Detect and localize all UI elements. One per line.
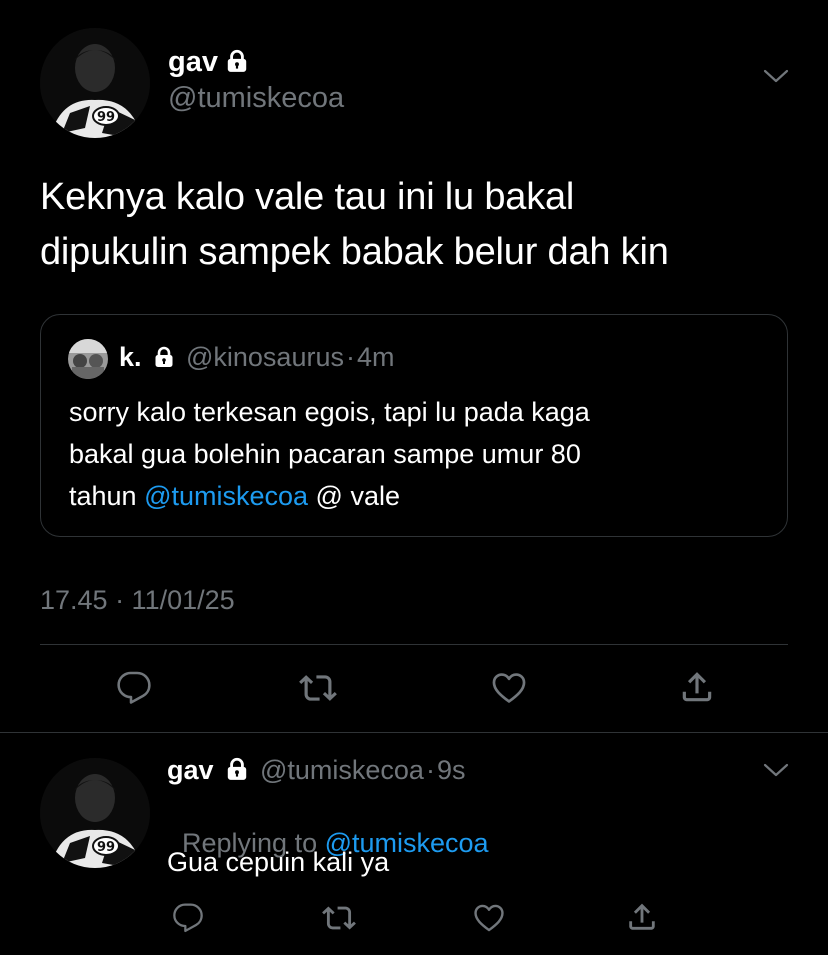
- reply-text: Gua cepuin kali ya: [167, 847, 390, 877]
- share-button[interactable]: [675, 666, 719, 708]
- reply-separator: ·: [425, 755, 435, 785]
- quoted-text-prefix: tahun: [69, 481, 145, 511]
- reply-like-button[interactable]: [469, 900, 509, 936]
- retweet-icon: [322, 906, 356, 930]
- reply-icon: [173, 903, 203, 933]
- quoted-separator: ·: [345, 342, 355, 372]
- reply-share-button[interactable]: [622, 898, 662, 936]
- chevron-down-icon[interactable]: [762, 66, 790, 91]
- reply-reply-button[interactable]: [168, 900, 208, 936]
- retweet-icon: [299, 675, 337, 701]
- reply-handle[interactable]: @tumiskecoa: [260, 755, 424, 785]
- author-name[interactable]: gav: [168, 45, 250, 82]
- section-divider: [0, 732, 828, 733]
- author-avatar[interactable]: 99: [40, 28, 150, 138]
- quoted-text-line-2: bakal gua bolehin pacaran sampe umur 80: [69, 439, 581, 469]
- lock-icon: [224, 756, 250, 787]
- svg-text:99: 99: [97, 110, 115, 125]
- quoted-author-avatar: [68, 339, 108, 379]
- chevron-down-icon[interactable]: [762, 760, 790, 785]
- quoted-tweet-card[interactable]: k. @kinosaurus·4m sorry kalo terkesan eg…: [40, 314, 788, 537]
- quoted-text-suffix: @ vale: [308, 481, 400, 511]
- heart-icon: [474, 904, 504, 932]
- divider: [40, 644, 788, 645]
- reply-header: gav @tumiskecoa·9s: [167, 755, 465, 787]
- reply-icon: [117, 671, 151, 704]
- quoted-display-name: k.: [119, 342, 142, 372]
- retweet-button[interactable]: [296, 668, 340, 708]
- reply-author-avatar[interactable]: 99: [40, 758, 150, 868]
- tweet-text-line-1: Keknya kalo vale tau ini lu bakal: [40, 176, 575, 218]
- heart-icon: [492, 673, 526, 703]
- svg-text:99: 99: [97, 840, 115, 855]
- quoted-time: 4m: [356, 342, 395, 372]
- reply-button[interactable]: [112, 668, 156, 708]
- share-icon: [682, 672, 712, 702]
- tweet-text-line-2: dipukulin sampek babak belur dah kin: [40, 231, 669, 273]
- share-icon: [629, 903, 655, 930]
- author-handle[interactable]: @tumiskecoa: [168, 81, 344, 115]
- quoted-text-line-1: sorry kalo terkesan egois, tapi lu pada …: [69, 397, 590, 427]
- tweet-text: Keknya kalo vale tau ini lu bakal dipuku…: [40, 170, 810, 280]
- quoted-text: sorry kalo terkesan egois, tapi lu pada …: [69, 391, 769, 517]
- quoted-header: k. @kinosaurus·4m: [119, 342, 394, 374]
- tweet-timestamp[interactable]: 17.45 · 11/01/25: [40, 585, 235, 616]
- mention-link[interactable]: @tumiskecoa: [144, 481, 308, 511]
- lock-icon: [152, 345, 176, 374]
- reply-time[interactable]: 9s: [437, 755, 466, 785]
- quoted-text-line-3: tahun @tumiskecoa @ vale: [69, 475, 769, 517]
- lock-icon: [224, 48, 250, 82]
- reply-retweet-button[interactable]: [319, 900, 359, 936]
- quoted-handle: @kinosaurus: [185, 342, 344, 372]
- author-display-name[interactable]: gav: [168, 46, 218, 78]
- reply-display-name[interactable]: gav: [167, 755, 214, 785]
- like-button[interactable]: [487, 668, 531, 708]
